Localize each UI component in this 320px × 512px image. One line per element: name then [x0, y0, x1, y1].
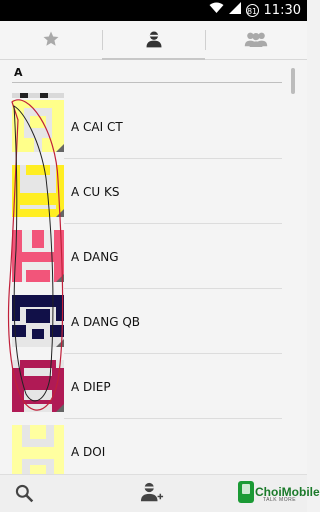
- contact-row[interactable]: A CU KS: [0, 165, 290, 230]
- contact-avatar: [12, 165, 64, 217]
- tab-groups[interactable]: [205, 21, 307, 60]
- contact-name: A DANG QB: [71, 315, 141, 329]
- person-icon: [144, 29, 164, 53]
- contact-avatar: [12, 360, 64, 412]
- choimobile-logo: ChoiMobile TALK MORE: [238, 481, 320, 503]
- tab-contacts[interactable]: [102, 21, 205, 61]
- contact-row[interactable]: A DANG: [0, 230, 290, 295]
- search-button[interactable]: [14, 483, 34, 507]
- signal-icon: [228, 2, 241, 18]
- status-bar: 81 11:30: [0, 0, 307, 21]
- scrollbar[interactable]: [291, 68, 295, 94]
- contact-name: A DIEP: [71, 380, 111, 394]
- contact-list[interactable]: A A CAI CT A CU KS A DANG A DANG QB A DI…: [0, 60, 307, 474]
- add-contact-icon: [140, 482, 164, 509]
- row-divider: [64, 353, 282, 354]
- previous-avatar-fragment: [12, 83, 64, 98]
- contact-avatar: [12, 230, 64, 282]
- row-divider: [64, 418, 282, 419]
- contact-row[interactable]: A CAI CT: [0, 100, 290, 165]
- clock: 11:30: [263, 2, 301, 18]
- tab-favorites[interactable]: [0, 21, 102, 60]
- contact-name: A CAI CT: [71, 120, 123, 134]
- wifi-icon: [209, 2, 224, 18]
- logo-tagline: TALK MORE: [263, 497, 297, 503]
- bottom-action-bar: ChoiMobile TALK MORE: [0, 474, 320, 512]
- contact-name: A CU KS: [71, 185, 120, 199]
- contact-row[interactable]: A DOI: [0, 425, 290, 474]
- battery-indicator: 81: [245, 3, 259, 17]
- contact-name: A DANG: [71, 250, 119, 264]
- star-icon: [42, 30, 60, 52]
- contact-avatar: [12, 295, 64, 347]
- phone-logo-icon: [238, 481, 254, 503]
- search-icon: [14, 484, 34, 507]
- contact-avatar: [12, 100, 64, 152]
- section-header-letter: A: [14, 66, 23, 79]
- contact-row[interactable]: A DANG QB: [0, 295, 290, 360]
- row-divider: [64, 288, 282, 289]
- contact-avatar: [12, 425, 64, 474]
- group-icon: [244, 30, 268, 52]
- contact-name: A DOI: [71, 445, 106, 459]
- tab-bar: [0, 21, 307, 61]
- row-divider: [64, 223, 282, 224]
- add-contact-button[interactable]: [140, 481, 164, 509]
- row-divider: [64, 158, 282, 159]
- contact-row[interactable]: A DIEP: [0, 360, 290, 425]
